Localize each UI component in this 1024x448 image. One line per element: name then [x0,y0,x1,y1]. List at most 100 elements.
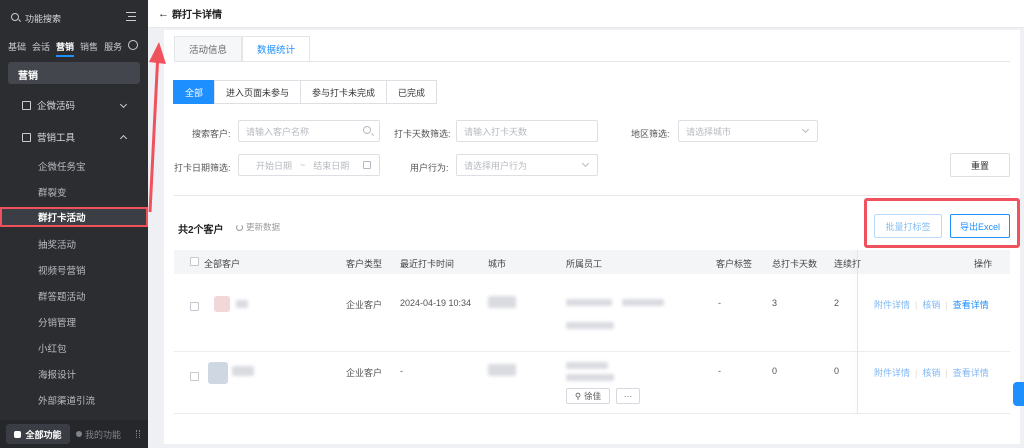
row-checkbox[interactable] [190,372,199,381]
category-tabs: 基础 会话 营销 销售 服务 [8,40,139,57]
tab-divider [174,61,1010,62]
checkin-date-range[interactable]: 开始日期 ~ 结束日期 [238,154,380,176]
staff-redacted [622,299,664,306]
my-features-button[interactable]: 我的功能 [76,428,121,441]
customer-avatar [208,362,228,384]
chevron-down-icon [581,159,590,168]
sidebar-footer: 全部功能 我的功能 [0,420,148,448]
column-customer-tags: 客户标签 [716,259,753,269]
verify-link[interactable]: 核销 [922,368,940,378]
feature-search[interactable]: 功能搜索 [10,10,136,26]
sidebar-item-red-packet[interactable]: 小红包 [0,338,148,358]
sidebar: 功能搜索 基础 会话 营销 销售 服务 营销 企微活码 营销工具 企微任务宝 群… [0,0,148,448]
sidebar-item-poster[interactable]: 海报设计 [0,364,148,384]
sidebar-item-video-marketing[interactable]: 视频号营销 [0,260,148,280]
more-button[interactable]: ··· [616,388,640,404]
user-behavior-select[interactable]: 请选择用户行为 [456,154,598,176]
search-icon [10,12,22,24]
sidebar-group-wecom-code[interactable]: 企微活码 [0,94,148,116]
refresh-data-label: 更新数据 [246,222,281,232]
export-excel-button[interactable]: 导出Excel [950,214,1010,238]
category-tab-chat[interactable]: 会话 [32,40,50,57]
table-row: 企业客户 - ⚲ 徐佳 ··· - 0 0 附件详情 | 核销 | 查看详情 [174,352,1010,414]
main-content: 活动信息 数据统计 全部 进入页面未参与 参与打卡未完成 已完成 搜索客户: 请… [164,30,1020,444]
city-redacted [488,364,516,376]
status-segments: 全部 进入页面未参与 参与打卡未完成 已完成 [173,80,438,104]
drag-handle-icon[interactable] [136,430,140,438]
tab-data-statistics[interactable]: 数据统计 [242,36,311,62]
end-date-placeholder: 结束日期 [313,160,350,171]
select-all-checkbox[interactable] [190,257,199,266]
region-placeholder: 请选择城市 [686,126,732,137]
checkin-days-input[interactable]: 请输入打卡天数 [456,120,598,142]
my-features-label: 我的功能 [85,429,122,440]
back-arrow-icon[interactable]: ← [158,8,169,20]
segment-completed[interactable]: 已完成 [386,80,438,104]
row-checkbox[interactable] [190,302,199,311]
more-categories-icon[interactable] [128,40,139,50]
menu-icon[interactable] [126,12,136,21]
total-days: 3 [772,298,778,308]
reset-button[interactable]: 重置 [950,153,1010,177]
sidebar-item-external-channel[interactable]: 外部渠道引流 [0,390,148,410]
customer-name-redacted [236,300,248,308]
user-behavior-label: 用户行为: [410,163,449,173]
view-detail-link[interactable]: 查看详情 [953,300,989,310]
detail-tabs: 活动信息 数据统计 [174,36,311,62]
sidebar-item-distribution[interactable]: 分销管理 [0,312,148,332]
batch-tag-button[interactable]: 批量打标签 [874,214,942,238]
tab-activity-info[interactable]: 活动信息 [174,36,243,62]
region-label: 地区筛选: [631,129,670,139]
row-actions: 附件详情 | 核销 | 查看详情 [874,300,989,310]
search-customer-input[interactable]: 请输入客户名称 [238,120,380,142]
staff-chip[interactable]: ⚲ 徐佳 [566,388,610,404]
start-date-placeholder: 开始日期 [256,160,293,171]
category-tab-basic[interactable]: 基础 [8,40,26,57]
column-all-customers: 全部客户 [204,259,241,269]
checkin-days-label: 打卡天数筛选: [394,129,451,139]
category-tab-service[interactable]: 服务 [104,40,122,57]
checkin-date-label: 打卡日期筛选: [174,163,231,173]
segment-all[interactable]: 全部 [173,80,216,104]
column-total-days: 总打卡天数 [772,259,818,269]
streak-days: 0 [834,366,840,376]
refresh-data-button[interactable]: 更新数据 [236,221,280,233]
table-header: 全部客户 客户类型 最近打卡时间 城市 所属员工 客户标签 总打卡天数 连续打 … [174,250,1010,274]
row-actions: 附件详情 | 核销 | 查看详情 [874,368,989,378]
customer-tag: - [718,298,721,308]
staff-redacted [566,362,608,369]
calendar-icon [363,161,371,169]
staff-redacted [566,299,612,306]
customer-avatar [214,296,230,312]
sidebar-group-marketing-tools[interactable]: 营销工具 [0,126,148,148]
customer-tag: - [718,366,721,376]
view-detail-link[interactable]: 查看详情 [953,368,989,378]
segment-joined-not-completed[interactable]: 参与打卡未完成 [300,80,388,104]
sidebar-item-group-fission[interactable]: 群裂变 [0,182,148,202]
refresh-icon [236,223,243,231]
column-customer-type: 客户类型 [346,259,383,269]
fixed-column-shadow [857,250,858,414]
verify-link[interactable]: 核销 [922,300,940,310]
all-features-button[interactable]: 全部功能 [6,424,70,444]
sidebar-item-group-checkin[interactable]: 群打卡活动 [0,207,148,227]
date-separator: ~ [300,160,306,170]
checkin-days-placeholder: 请输入打卡天数 [464,126,528,137]
region-select[interactable]: 请选择城市 [678,120,818,142]
sidebar-item-group-quiz[interactable]: 群答题活动 [0,286,148,306]
sidebar-item-lottery[interactable]: 抽奖活动 [0,234,148,254]
customer-count: 共2个客户 [178,225,224,236]
segment-entered-not-joined[interactable]: 进入页面未参与 [214,80,302,104]
category-tab-marketing[interactable]: 营销 [56,40,75,57]
floating-help-button[interactable] [1013,382,1024,406]
attachment-detail-link[interactable]: 附件详情 [874,368,910,378]
customer-type: 企业客户 [346,368,383,378]
staff-chip-label: 徐佳 [584,391,602,401]
search-icon [363,126,371,134]
sidebar-item-task-treasure[interactable]: 企微任务宝 [0,156,148,176]
attachment-detail-link[interactable]: 附件详情 [874,300,910,310]
category-tab-sales[interactable]: 销售 [80,40,98,57]
staff-redacted [566,374,614,381]
chevron-down-icon [119,100,128,109]
column-city: 城市 [488,259,507,269]
